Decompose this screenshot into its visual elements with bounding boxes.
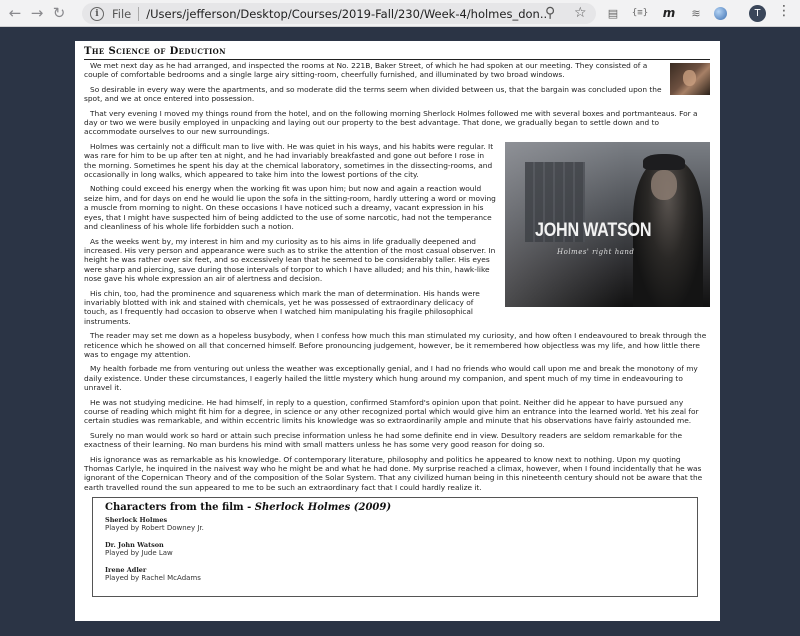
address-bar[interactable]: i File /Users/jefferson/Desktop/Courses/…: [82, 3, 596, 24]
character-name: Sherlock Holmes: [105, 516, 168, 525]
bookmark-star-icon[interactable]: ☆: [574, 5, 587, 21]
paragraph: He was not studying medicine. He had him…: [84, 397, 699, 426]
m-extension-icon[interactable]: m: [661, 5, 677, 21]
cast-heading-film: Sherlock Holmes (2009): [254, 502, 392, 514]
browser-toolbar: ← → ↻ i File /Users/jefferson/Desktop/Co…: [0, 0, 800, 27]
page-content: The Science of Deduction We met next day…: [75, 41, 720, 621]
character-actor: Played by Jude Law: [105, 549, 173, 558]
zoom-search-icon[interactable]: ⚲: [545, 5, 555, 21]
paragraph: My health forbade me from venturing out …: [84, 364, 698, 393]
john-watson-poster-image: JOHN WATSON Holmes' right hand: [505, 141, 710, 307]
character-name: Irene Adler: [105, 566, 147, 575]
bars-extension-icon[interactable]: ≋: [688, 5, 704, 21]
page-title: The Science of Deduction: [84, 47, 710, 60]
cast-heading-prefix: Characters from the film -: [105, 502, 255, 514]
cast-heading: Characters from the film - Sherlock Holm…: [105, 502, 685, 514]
reload-icon[interactable]: ↻: [48, 2, 70, 24]
paragraph: Surely no man would work so hard or atta…: [84, 430, 683, 450]
url-divider: [138, 6, 140, 21]
profile-avatar[interactable]: T: [749, 5, 766, 22]
cast-box: Characters from the film - Sherlock Holm…: [92, 497, 698, 598]
printer-extension-icon[interactable]: ▤: [605, 5, 621, 21]
paragraph: We met next day as he had arranged, and …: [84, 61, 648, 80]
paragraph: The reader may set me down as a hopeless…: [84, 331, 707, 359]
paragraph: His ignorance was as remarkable as his k…: [84, 454, 703, 492]
url-text[interactable]: /Users/jefferson/Desktop/Courses/2019-Fa…: [146, 7, 546, 21]
more-menu-icon[interactable]: ⋮: [777, 3, 791, 19]
json-extension-icon[interactable]: {≡}: [632, 5, 648, 21]
holmes-thumbnail-image: [670, 63, 710, 95]
forward-icon[interactable]: →: [26, 2, 48, 24]
character-actor: Played by Rachel McAdams: [105, 574, 201, 583]
paragraph: So desirable in every way were the apart…: [84, 84, 662, 104]
paragraph: That very evening I moved my things roun…: [84, 108, 698, 137]
globe-extension-icon[interactable]: [712, 5, 728, 21]
url-scheme: File: [112, 6, 132, 21]
character-name: Dr. John Watson: [105, 541, 164, 550]
info-icon[interactable]: i: [90, 6, 104, 21]
back-icon[interactable]: ←: [4, 2, 26, 24]
poster-subtitle: Holmes' right hand: [557, 247, 635, 256]
poster-title: JOHN WATSON: [535, 219, 652, 241]
character-actor: Played by Robert Downey Jr.: [105, 524, 204, 533]
